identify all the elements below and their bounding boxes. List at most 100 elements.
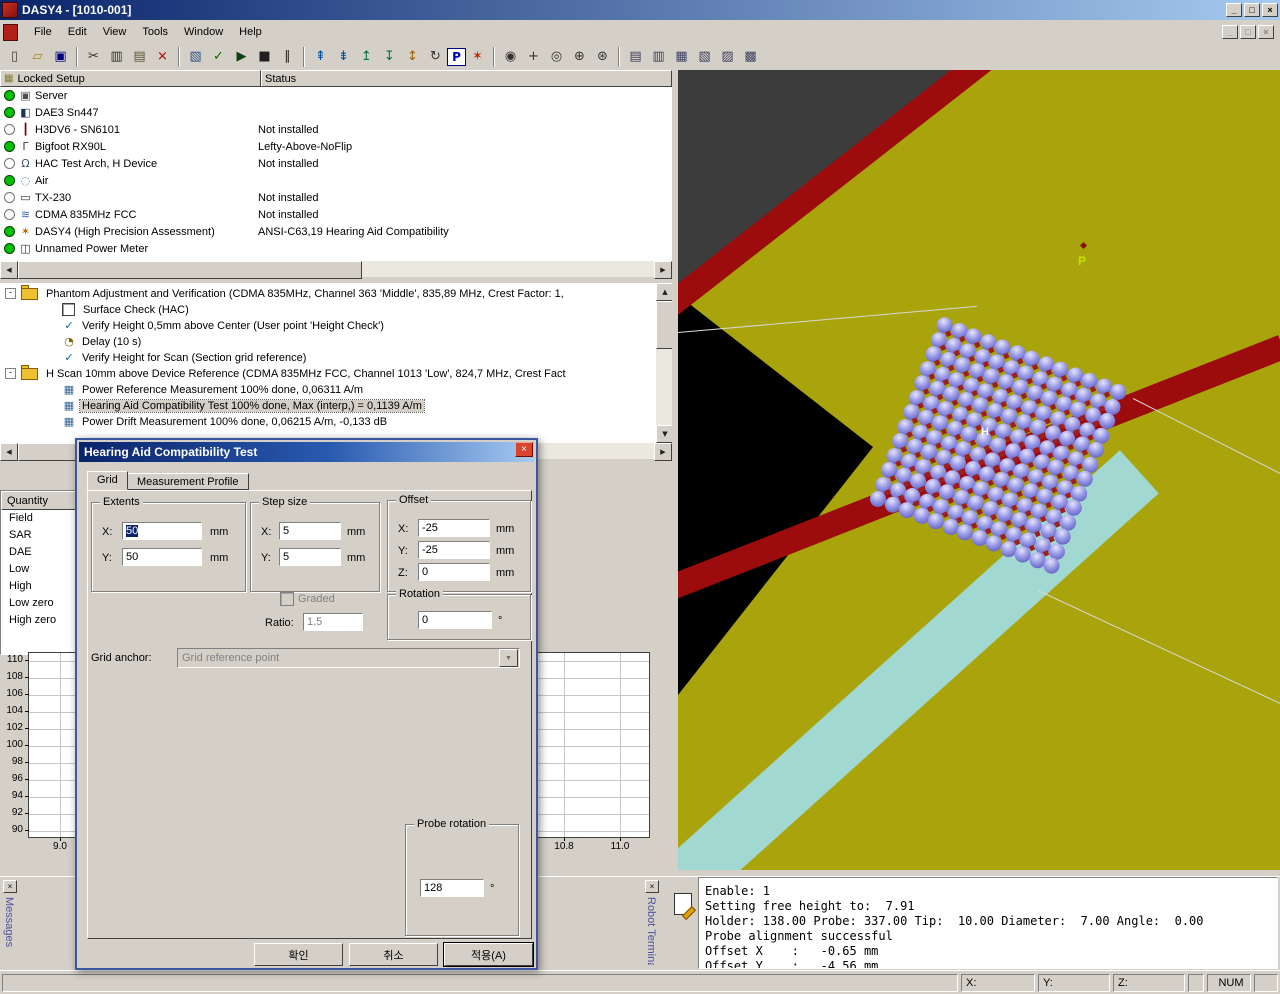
menu-view[interactable]: View	[95, 23, 135, 41]
terminal-output[interactable]: Enable: 1Setting free height to: 7.91Hol…	[698, 877, 1278, 969]
tree-item[interactable]: ▦Hearing Aid Compatibility Test 100% don…	[62, 398, 424, 413]
close-button[interactable]: ×	[1262, 3, 1278, 17]
tab-measurement-profile[interactable]: Measurement Profile	[127, 473, 249, 490]
check-icon[interactable]: ✓	[207, 46, 230, 68]
scan-up-icon[interactable]: ⇞	[309, 46, 332, 68]
tree-item[interactable]: -H Scan 10mm above Device Reference (CDM…	[5, 366, 568, 381]
scroll-thumb[interactable]	[18, 261, 362, 279]
pause-icon[interactable]: ∥	[276, 46, 299, 68]
window-layout-4-icon[interactable]: ▧	[693, 46, 716, 68]
properties-icon[interactable]: ▧	[184, 46, 207, 68]
setup-row[interactable]: ΓBigfoot RX90LLefty-Above-NoFlip	[0, 138, 672, 155]
tree-item[interactable]: Surface Check (HAC)	[62, 302, 191, 317]
logo-icon[interactable]: ✶	[466, 46, 489, 68]
tree-item[interactable]: ▦Power Drift Measurement 100% done, 0,06…	[62, 414, 389, 429]
setup-row[interactable]: ΩHAC Test Arch, H DeviceNot installed	[0, 155, 672, 172]
ok-button[interactable]: 확인	[254, 943, 343, 966]
robot-terminal-tab[interactable]: Robot Terminal	[645, 897, 657, 965]
mdi-restore-button[interactable]: □	[1240, 25, 1256, 39]
open-folder-icon[interactable]: ▱	[26, 46, 49, 68]
tree-vscrollbar[interactable]: ▲ ▼	[656, 283, 672, 443]
window-layout-2-icon[interactable]: ▥	[647, 46, 670, 68]
mdi-close-button[interactable]: ×	[1258, 25, 1274, 39]
tree-item[interactable]: ◔Delay (10 s)	[62, 334, 143, 349]
rotation-input[interactable]: 0	[418, 611, 492, 629]
messages-close-button[interactable]: ×	[3, 880, 17, 893]
scroll-left-button[interactable]: ◀	[0, 261, 18, 279]
scroll-track[interactable]	[18, 261, 654, 277]
run-icon[interactable]: ▶	[230, 46, 253, 68]
world-icon[interactable]: ⊛	[591, 46, 614, 68]
cancel-button[interactable]: 취소	[349, 943, 438, 966]
extents-y-input[interactable]: 50	[122, 548, 202, 566]
tree-item[interactable]: -Phantom Adjustment and Verification (CD…	[5, 286, 566, 301]
zero-probe-icon[interactable]: ↕	[401, 46, 424, 68]
menu-help[interactable]: Help	[231, 23, 270, 41]
document-icon[interactable]	[3, 24, 18, 41]
tab-grid[interactable]: Grid	[87, 471, 128, 490]
minimize-button[interactable]: _	[1226, 3, 1242, 17]
menu-edit[interactable]: Edit	[60, 23, 95, 41]
scan-down-icon[interactable]: ⇟	[332, 46, 355, 68]
grid-anchor-dropdown[interactable]: Grid reference point ▼	[177, 648, 520, 668]
expander-icon[interactable]: -	[5, 368, 16, 379]
expander-icon[interactable]: -	[5, 288, 16, 299]
setup-row[interactable]: ≋CDMA 835MHz FCCNot installed	[0, 206, 672, 223]
column-header-status[interactable]: Status	[261, 70, 672, 87]
menu-file[interactable]: File	[26, 23, 60, 41]
graded-checkbox[interactable]	[280, 592, 294, 606]
scroll-left-button[interactable]: ◀	[0, 443, 18, 461]
dialog-close-button[interactable]: ×	[515, 442, 533, 457]
tree-item[interactable]: ▦Power Reference Measurement 100% done, …	[62, 382, 365, 397]
step-x-input[interactable]: 5	[279, 522, 341, 540]
probe-rotation-input[interactable]: 128	[420, 879, 484, 897]
column-header-locked-setup[interactable]: ▦Locked Setup	[0, 70, 261, 87]
pan-icon[interactable]: +	[522, 46, 545, 68]
ratio-input[interactable]: 1.5	[303, 613, 363, 631]
zoom-out-icon[interactable]: ◎	[545, 46, 568, 68]
dialog-titlebar[interactable]: Hearing Aid Compatibility Test	[79, 442, 534, 462]
apply-button[interactable]: 적용(A)	[444, 943, 533, 966]
window-layout-5-icon[interactable]: ▨	[716, 46, 739, 68]
menu-tools[interactable]: Tools	[134, 23, 176, 41]
checkbox-icon[interactable]	[62, 303, 75, 316]
offset-y-input[interactable]: -25	[418, 541, 490, 559]
scroll-track[interactable]	[656, 301, 672, 425]
restore-button[interactable]: □	[1244, 3, 1260, 17]
window-layout-1-icon[interactable]: ▤	[624, 46, 647, 68]
setup-row[interactable]: ┃H3DV6 - SN6101Not installed	[0, 121, 672, 138]
setup-hscrollbar[interactable]: ◀ ▶	[0, 261, 672, 277]
paste-icon[interactable]: ▤	[128, 46, 151, 68]
viewport-3d[interactable]: P H	[678, 70, 1280, 870]
probe-down-icon[interactable]: ↧	[378, 46, 401, 68]
extents-x-input[interactable]: 50	[122, 522, 202, 540]
rotate-probe-icon[interactable]: ↻	[424, 46, 447, 68]
tree-item[interactable]: ✓Verify Height 0,5mm above Center (User …	[62, 318, 386, 333]
offset-x-input[interactable]: -25	[418, 519, 490, 537]
terminal-close-button[interactable]: ×	[645, 880, 659, 893]
delete-icon[interactable]: ×	[151, 46, 174, 68]
stop-icon[interactable]: ■	[253, 46, 276, 68]
view-icon[interactable]: ◉	[499, 46, 522, 68]
setup-row[interactable]: ◌Air	[0, 172, 672, 189]
probe-up-icon[interactable]: ↥	[355, 46, 378, 68]
window-layout-3-icon[interactable]: ▦	[670, 46, 693, 68]
cut-icon[interactable]: ✂	[82, 46, 105, 68]
scroll-right-button[interactable]: ▶	[654, 261, 672, 279]
messages-tab[interactable]: Messages	[3, 897, 15, 965]
menu-window[interactable]: Window	[176, 23, 231, 41]
save-icon[interactable]: ▣	[49, 46, 72, 68]
step-y-input[interactable]: 5	[279, 548, 341, 566]
setup-row[interactable]: ▭TX-230Not installed	[0, 189, 672, 206]
setup-row[interactable]: ◧DAE3 Sn447	[0, 104, 672, 121]
setup-row[interactable]: ✶DASY4 (High Precision Assessment)ANSI-C…	[0, 223, 672, 240]
mdi-minimize-button[interactable]: _	[1222, 25, 1238, 39]
dropdown-arrow-icon[interactable]: ▼	[499, 649, 518, 667]
zoom-in-icon[interactable]: ⊕	[568, 46, 591, 68]
scroll-right-button[interactable]: ▶	[654, 443, 672, 461]
setup-row[interactable]: ▣Server	[0, 87, 672, 104]
window-layout-6-icon[interactable]: ▩	[739, 46, 762, 68]
new-icon[interactable]: ▯	[3, 46, 26, 68]
tree-item[interactable]: ✓Verify Height for Scan (Section grid re…	[62, 350, 308, 365]
copy-icon[interactable]: ▥	[105, 46, 128, 68]
